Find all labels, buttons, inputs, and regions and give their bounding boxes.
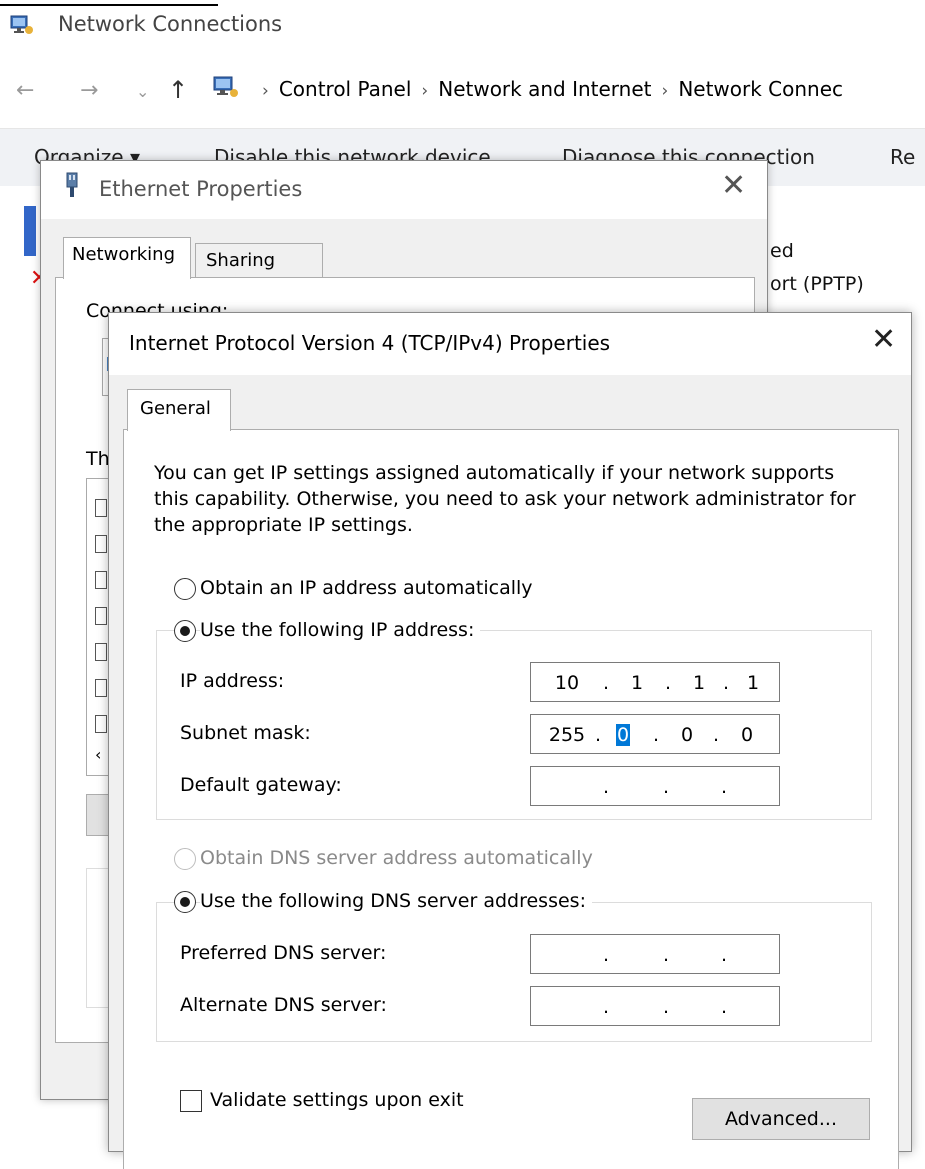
ip-address-label: IP address: [180,670,285,692]
octet-separator: . [720,776,728,798]
ip-address-field[interactable]: 10 . 1 . 1 . 1 [530,662,780,702]
component-checkbox[interactable] [95,715,107,733]
ipv4-dialog-title: Internet Protocol Version 4 (TCP/IPv4) P… [129,331,611,355]
validate-settings-label[interactable]: Validate settings upon exit [210,1089,464,1111]
tab-networking[interactable]: Networking [63,237,191,279]
validate-settings-checkbox[interactable] [180,1090,202,1112]
component-checkbox[interactable] [95,679,107,697]
octet-separator: . [602,944,610,966]
forward-arrow-icon[interactable]: → [80,78,98,103]
top-border-line [0,4,218,6]
chevron-right-icon: › [661,81,669,101]
ip-octet[interactable]: 1 [677,672,721,694]
subnet-mask-label: Subnet mask: [180,722,311,744]
octet-separator: . [662,996,670,1018]
octet-separator: . [720,944,728,966]
use-following-dns-radio[interactable] [174,891,196,913]
preferred-dns-label: Preferred DNS server: [180,942,387,964]
octet-separator: . [602,672,610,694]
breadcrumb-network-connections[interactable]: Network Connec [678,77,843,101]
breadcrumb-network-and-internet[interactable]: Network and Internet [438,77,651,101]
octet-separator: . [712,724,720,746]
octet-separator: . [602,996,610,1018]
component-checkbox[interactable] [95,499,107,517]
ipv4-close-icon[interactable]: ✕ [871,325,896,355]
octet-separator: . [722,672,730,694]
subnet-octet[interactable]: 255 [545,724,589,746]
use-following-ip-radio[interactable] [174,620,196,642]
component-checkbox[interactable] [95,571,107,589]
rename-button[interactable]: Re [890,145,915,169]
tab-sharing[interactable]: Sharing [195,243,323,279]
subnet-mask-field[interactable]: 255 . 0 . 0 . 0 [530,714,780,754]
connection-type-text: ort (PPTP) [770,273,864,295]
use-following-ip-label[interactable]: Use the following IP address: [200,619,481,641]
octet-separator: . [662,944,670,966]
window-title: Network Connections [58,12,283,36]
recent-locations-chevron-icon[interactable]: ⌄ [136,82,149,101]
ip-octet[interactable]: 1 [731,672,775,694]
alternate-dns-label: Alternate DNS server: [180,994,387,1016]
breadcrumb: › Control Panel › Network and Internet › Netw… [252,77,843,101]
obtain-dns-auto-label[interactable]: Obtain DNS server address automatically [200,847,599,869]
default-gateway-field[interactable]: . . . [530,766,780,806]
address-bar-network-icon [213,76,238,97]
network-connections-icon [10,15,33,34]
octet-separator: . [602,776,610,798]
selected-octet-text: 0 [615,724,631,746]
subnet-octet-selected[interactable]: 0 [601,724,645,746]
chevron-right-icon: › [421,81,429,101]
obtain-ip-auto-label[interactable]: Obtain an IP address automatically [200,577,539,599]
octet-separator: . [664,672,672,694]
component-checkbox[interactable] [95,535,107,553]
default-gateway-label: Default gateway: [180,774,342,796]
advanced-button[interactable]: Advanced... [692,1098,870,1140]
ethernet-dialog-title: Ethernet Properties [99,177,303,201]
general-tab-page: You can get IP settings assigned automat… [123,429,899,1169]
octet-separator: . [720,996,728,1018]
chevron-right-icon: › [262,81,269,101]
tab-general[interactable]: General [127,389,231,431]
alternate-dns-field[interactable]: . . . [530,986,780,1026]
subnet-octet[interactable]: 0 [665,724,709,746]
connection-status-text: ed [770,240,794,262]
breadcrumb-control-panel[interactable]: Control Panel [279,77,412,101]
octet-separator: . [652,724,660,746]
ip-octet[interactable]: 10 [545,672,589,694]
preferred-dns-field[interactable]: . . . [530,934,780,974]
components-label: Th [86,448,110,470]
ip-octet[interactable]: 1 [615,672,659,694]
octet-separator: . [662,776,670,798]
use-following-dns-label[interactable]: Use the following DNS server addresses: [200,890,592,912]
obtain-dns-auto-radio[interactable] [174,848,196,870]
up-arrow-icon[interactable]: ↑ [168,76,188,104]
scroll-left-icon[interactable]: ‹ [95,745,101,764]
component-checkbox[interactable] [95,643,107,661]
ethernet-close-icon[interactable]: ✕ [721,171,746,201]
ipv4-properties-dialog: Internet Protocol Version 4 (TCP/IPv4) P… [108,312,912,1169]
connection-icon [24,206,36,256]
back-arrow-icon[interactable]: ← [16,78,34,103]
component-checkbox[interactable] [95,607,107,625]
subnet-octet[interactable]: 0 [725,724,769,746]
ip-settings-description: You can get IP settings assigned automat… [154,462,856,536]
ethernet-plug-icon [66,172,78,197]
obtain-ip-auto-radio[interactable] [174,578,196,600]
